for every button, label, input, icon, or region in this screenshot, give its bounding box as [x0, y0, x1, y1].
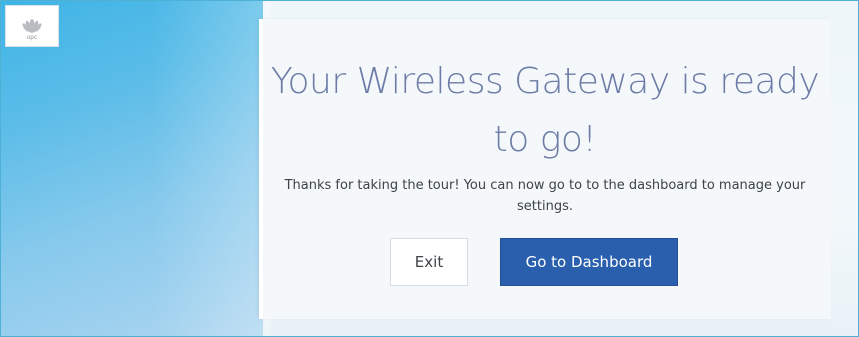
- exit-button[interactable]: Exit: [390, 238, 468, 286]
- tour-complete-card: Your Wireless Gateway is ready to go! Th…: [259, 19, 831, 319]
- page-title: Your Wireless Gateway is ready to go!: [270, 61, 820, 160]
- logo-text: upc: [26, 34, 38, 41]
- upc-logo-icon: [22, 18, 42, 33]
- tour-complete-screen: upc Your Wireless Gateway is ready to go…: [0, 0, 859, 337]
- decorative-side-panel: [1, 1, 271, 336]
- tour-complete-message: Thanks for taking the tour! You can now …: [284, 178, 806, 214]
- brand-logo: upc: [5, 5, 59, 47]
- go-to-dashboard-button[interactable]: Go to Dashboard: [500, 238, 678, 286]
